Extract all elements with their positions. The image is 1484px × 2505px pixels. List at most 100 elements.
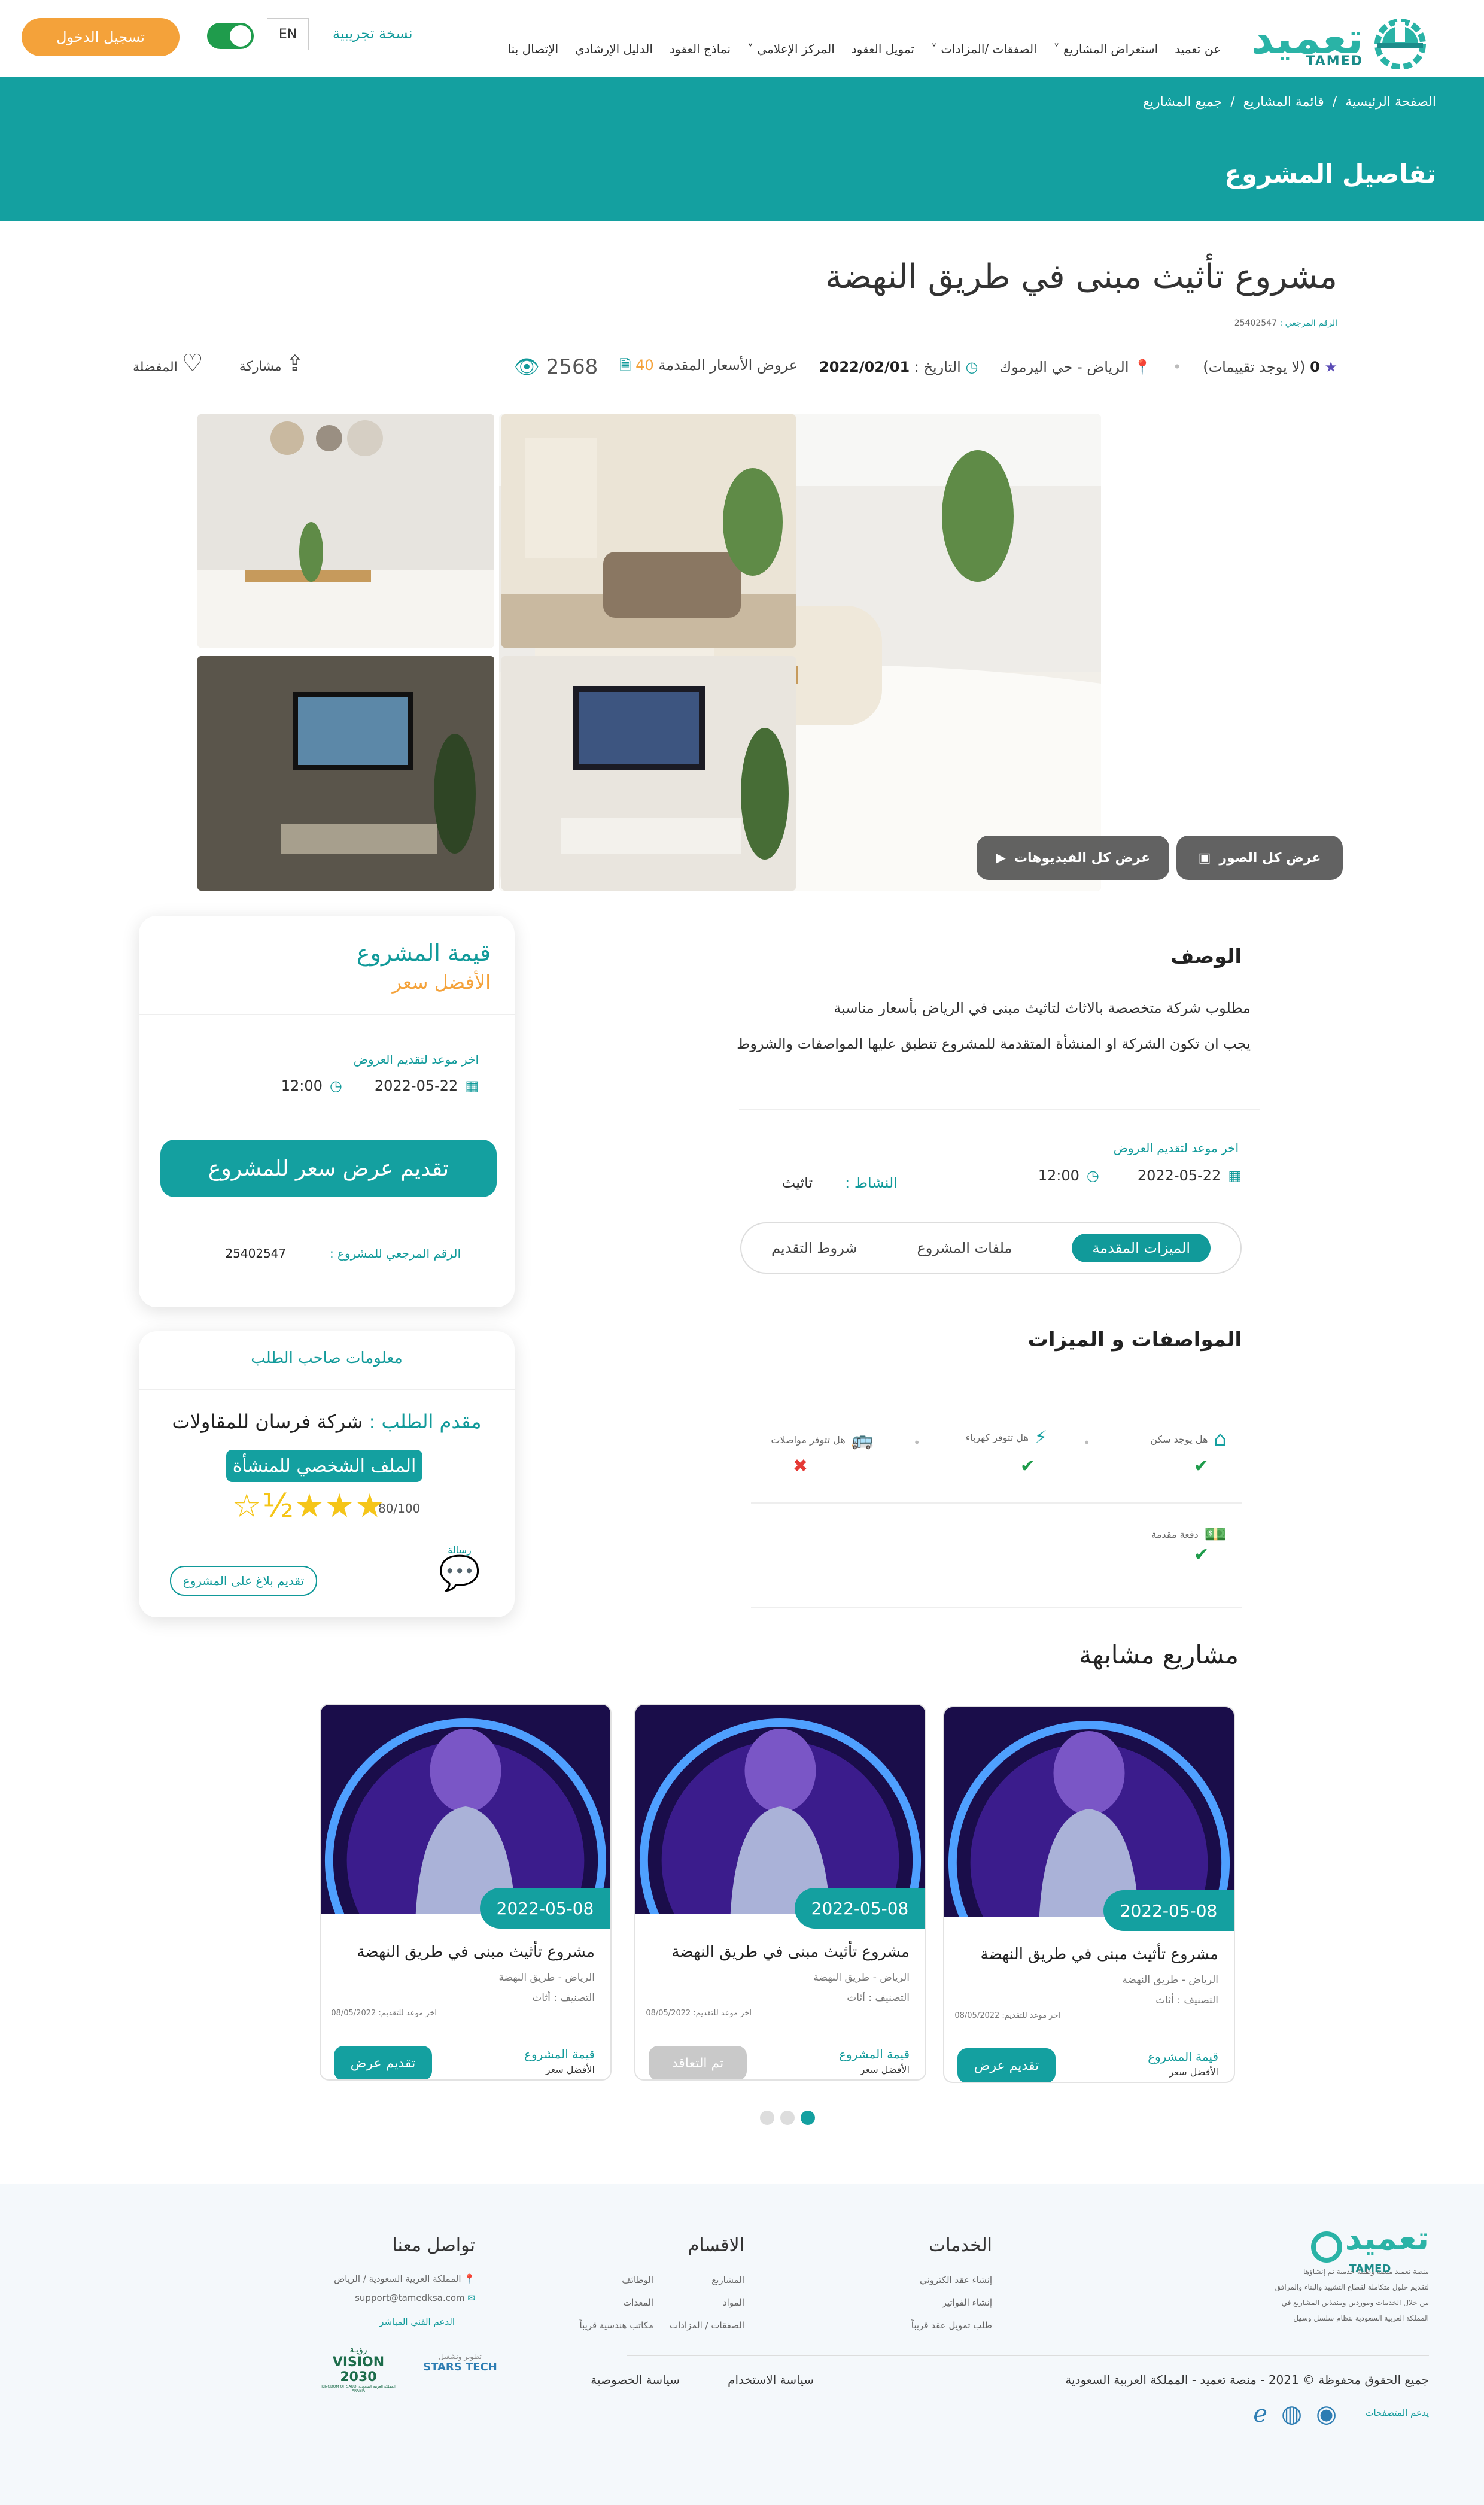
show-all-videos-button[interactable]: عرض كل الفيديوهات ▶	[977, 836, 1169, 880]
nav-guide[interactable]: الدليل الإرشادي	[575, 42, 653, 56]
submit-offer-button[interactable]: تقديم عرض سعر للمشروع	[160, 1140, 497, 1197]
deadline-label: اخر موعد لتقديم العروض	[1113, 1141, 1239, 1155]
feature-electricity: ⚡ هل تتوفر كهرباء	[966, 1427, 1048, 1448]
card-date: 2022-05-08	[1103, 1890, 1234, 1931]
footer-section-deals[interactable]: الصفقات / المزادات	[670, 2320, 744, 2331]
show-photos-label: عرض كل الصور	[1219, 850, 1321, 866]
footer-contact-email[interactable]: ✉ support@tamedksa.com	[355, 2293, 475, 2303]
similar-projects-title: مشاريع مشابهة	[1079, 1640, 1239, 1669]
message-button[interactable]: رسالة 💬	[436, 1544, 483, 1592]
similar-card-2[interactable]: 2022-05-08 مشروع تأثيث مبنى في طريق النه…	[634, 1704, 926, 2081]
project-image	[944, 1707, 1234, 1917]
carousel-dot[interactable]	[780, 2111, 795, 2125]
footer-section-materials[interactable]: المواد	[723, 2297, 744, 2308]
tab-conditions[interactable]: شروط التقديم	[771, 1240, 857, 1256]
bus-icon: 🚌	[851, 1429, 874, 1450]
heart-icon: ♡	[181, 350, 203, 377]
favorite-button[interactable]: ♡ المفضلة	[133, 350, 203, 377]
nav-contact[interactable]: الإتصال بنا	[508, 42, 559, 56]
report-project-button[interactable]: تقديم بلاغ على المشروع	[170, 1566, 317, 1596]
card-submit-button[interactable]: تقديم عرض	[334, 2046, 432, 2079]
breadcrumb-all-projects[interactable]: جميع المشاريع	[1143, 95, 1222, 110]
tab-project-files[interactable]: ملفات المشروع	[917, 1240, 1012, 1256]
electricity-icon: ⚡	[1034, 1427, 1047, 1448]
gallery-thumb-3[interactable]	[501, 656, 796, 891]
project-actions: ⇪ مشاركة ♡ المفضلة	[133, 350, 304, 377]
tab-features[interactable]: الميزات المقدمة	[1072, 1234, 1211, 1262]
divider	[739, 1109, 1260, 1110]
footer-section-equipment[interactable]: المعدات	[623, 2297, 653, 2308]
footer-section-jobs[interactable]: الوظائف	[622, 2275, 653, 2285]
separator-dot: •	[1173, 359, 1182, 375]
card-value-label: قيمة المشروع	[524, 2047, 595, 2061]
tamed-logo[interactable]: تعميد TAMED	[1237, 13, 1429, 71]
calendar-icon: ▦	[465, 1077, 479, 1094]
footer-support[interactable]: الدعم الفني المباشر	[379, 2316, 455, 2327]
privacy-policy-link[interactable]: سياسة الخصوصية	[591, 2373, 680, 2387]
card-contracted-button[interactable]: تم التعاقد	[649, 2046, 747, 2079]
chevron-down-icon: ˅	[1053, 42, 1060, 56]
edge-icon: ℯ	[1253, 2400, 1267, 2428]
card-category: التصنيف : أثاث	[1155, 1994, 1218, 2006]
nav-financing[interactable]: تمويل العقود	[852, 42, 914, 56]
card-value-label: قيمة المشروع	[1148, 2049, 1218, 2064]
footer-divider	[627, 2355, 1429, 2356]
description-line-1: مطلوب شركة متخصصة بالاثاث لتاثيث مبنى في…	[834, 1000, 1251, 1016]
share-button[interactable]: ⇪ مشاركة	[239, 351, 304, 376]
company-profile-button[interactable]: الملف الشخصي للمنشأة	[226, 1450, 422, 1482]
contact-email-text: support@tamedksa.com	[355, 2293, 465, 2303]
applicant-label: مقدم الطلب :	[369, 1410, 482, 1433]
nav-projects[interactable]: استعراض المشاريع ˅	[1054, 42, 1158, 56]
show-all-photos-button[interactable]: عرض كل الصور ▣	[1176, 836, 1343, 880]
similar-card-1[interactable]: 2022-05-08 مشروع تأثيث مبنى في طريق النه…	[943, 1706, 1235, 2083]
play-icon: ▶	[996, 850, 1006, 866]
breadcrumb-home[interactable]: الصفحة الرئيسية	[1345, 95, 1436, 110]
contact-address-text: المملكة العربية السعودية / الرياض	[334, 2273, 461, 2284]
main-nav: عن تعميد استعراض المشاريع ˅ الصفقات /الم…	[508, 42, 1221, 56]
feature-electricity-label: هل تتوفر كهرباء	[965, 1432, 1029, 1443]
carousel-dot[interactable]	[760, 2111, 774, 2125]
date-value: 2022/02/01	[819, 359, 910, 375]
card-location: الرياض - طريق النهضة	[1122, 1974, 1218, 1986]
footer-service-3[interactable]: طلب تمويل عقد قريباً	[911, 2320, 992, 2331]
similar-card-3[interactable]: 2022-05-08 مشروع تأثيث مبنى في طريق النه…	[320, 1704, 612, 2081]
footer-about-2: لتقديم حلول متكاملة لقطاع التشييد والبنا…	[1275, 2283, 1429, 2291]
gallery-thumb-1[interactable]	[501, 414, 796, 648]
gallery-thumb-4[interactable]	[197, 656, 494, 891]
divider	[139, 1389, 515, 1390]
usage-policy-link[interactable]: سياسة الاستخدام	[728, 2373, 814, 2387]
nav-contract-templates[interactable]: نماذج العقود	[670, 42, 731, 56]
nav-deals[interactable]: الصفقات /المزادات ˅	[931, 42, 1037, 56]
vision-2030-logo: رؤيـة VISION 2030 المملكة العربية السعود…	[320, 2345, 397, 2393]
login-button[interactable]: تسجيل الدخول	[22, 18, 180, 56]
card-value-label: قيمة المشروع	[839, 2047, 910, 2061]
gallery-thumb-2[interactable]	[197, 414, 494, 648]
footer-service-1[interactable]: إنشاء عقد الكتروني	[920, 2275, 992, 2285]
breadcrumb-separator: /	[1332, 95, 1337, 110]
project-meta: ★ 0 (لا يوجد تقييمات) • 📍 الرياض - حي ال…	[514, 352, 1337, 382]
offers-info: عروض الأسعار المقدمة 40 🗎	[619, 355, 798, 379]
cross-icon: ✖	[792, 1456, 808, 1477]
footer-services-title: الخدمات	[928, 2235, 992, 2256]
card-deadline: اخر موعد للتقديم: 08/05/2022	[646, 2009, 752, 2018]
nav-media[interactable]: المركز الإعلامي ˅	[747, 42, 835, 56]
reference-number: 25402547	[1234, 318, 1277, 328]
project-image	[321, 1705, 610, 1914]
project-reference: الرقم المرجعي : 25402547	[1234, 318, 1337, 328]
carousel-dot-active[interactable]	[801, 2111, 815, 2125]
footer-service-2[interactable]: إنشاء الفواتير	[942, 2297, 992, 2308]
chrome-icon: ◉	[1316, 2400, 1337, 2428]
card-submit-button[interactable]: تقديم عرض	[957, 2048, 1056, 2082]
dark-mode-toggle[interactable]	[207, 23, 254, 49]
deadline-date: 2022-05-22	[1137, 1167, 1221, 1184]
activity-info: النشاط : تاثيث	[782, 1174, 898, 1191]
check-icon: ✔	[1193, 1456, 1209, 1477]
nav-about[interactable]: عن تعميد	[1175, 42, 1221, 56]
divider	[751, 1607, 1242, 1608]
card-value: الأفضل سعر	[860, 2064, 910, 2075]
language-switch[interactable]: EN	[267, 18, 309, 50]
divider	[139, 1014, 515, 1015]
footer-section-offices[interactable]: مكاتب هندسية قريباً	[580, 2320, 654, 2331]
footer-section-projects[interactable]: المشاريع	[711, 2275, 744, 2285]
breadcrumb-projects-list[interactable]: قائمة المشاريع	[1243, 95, 1324, 110]
